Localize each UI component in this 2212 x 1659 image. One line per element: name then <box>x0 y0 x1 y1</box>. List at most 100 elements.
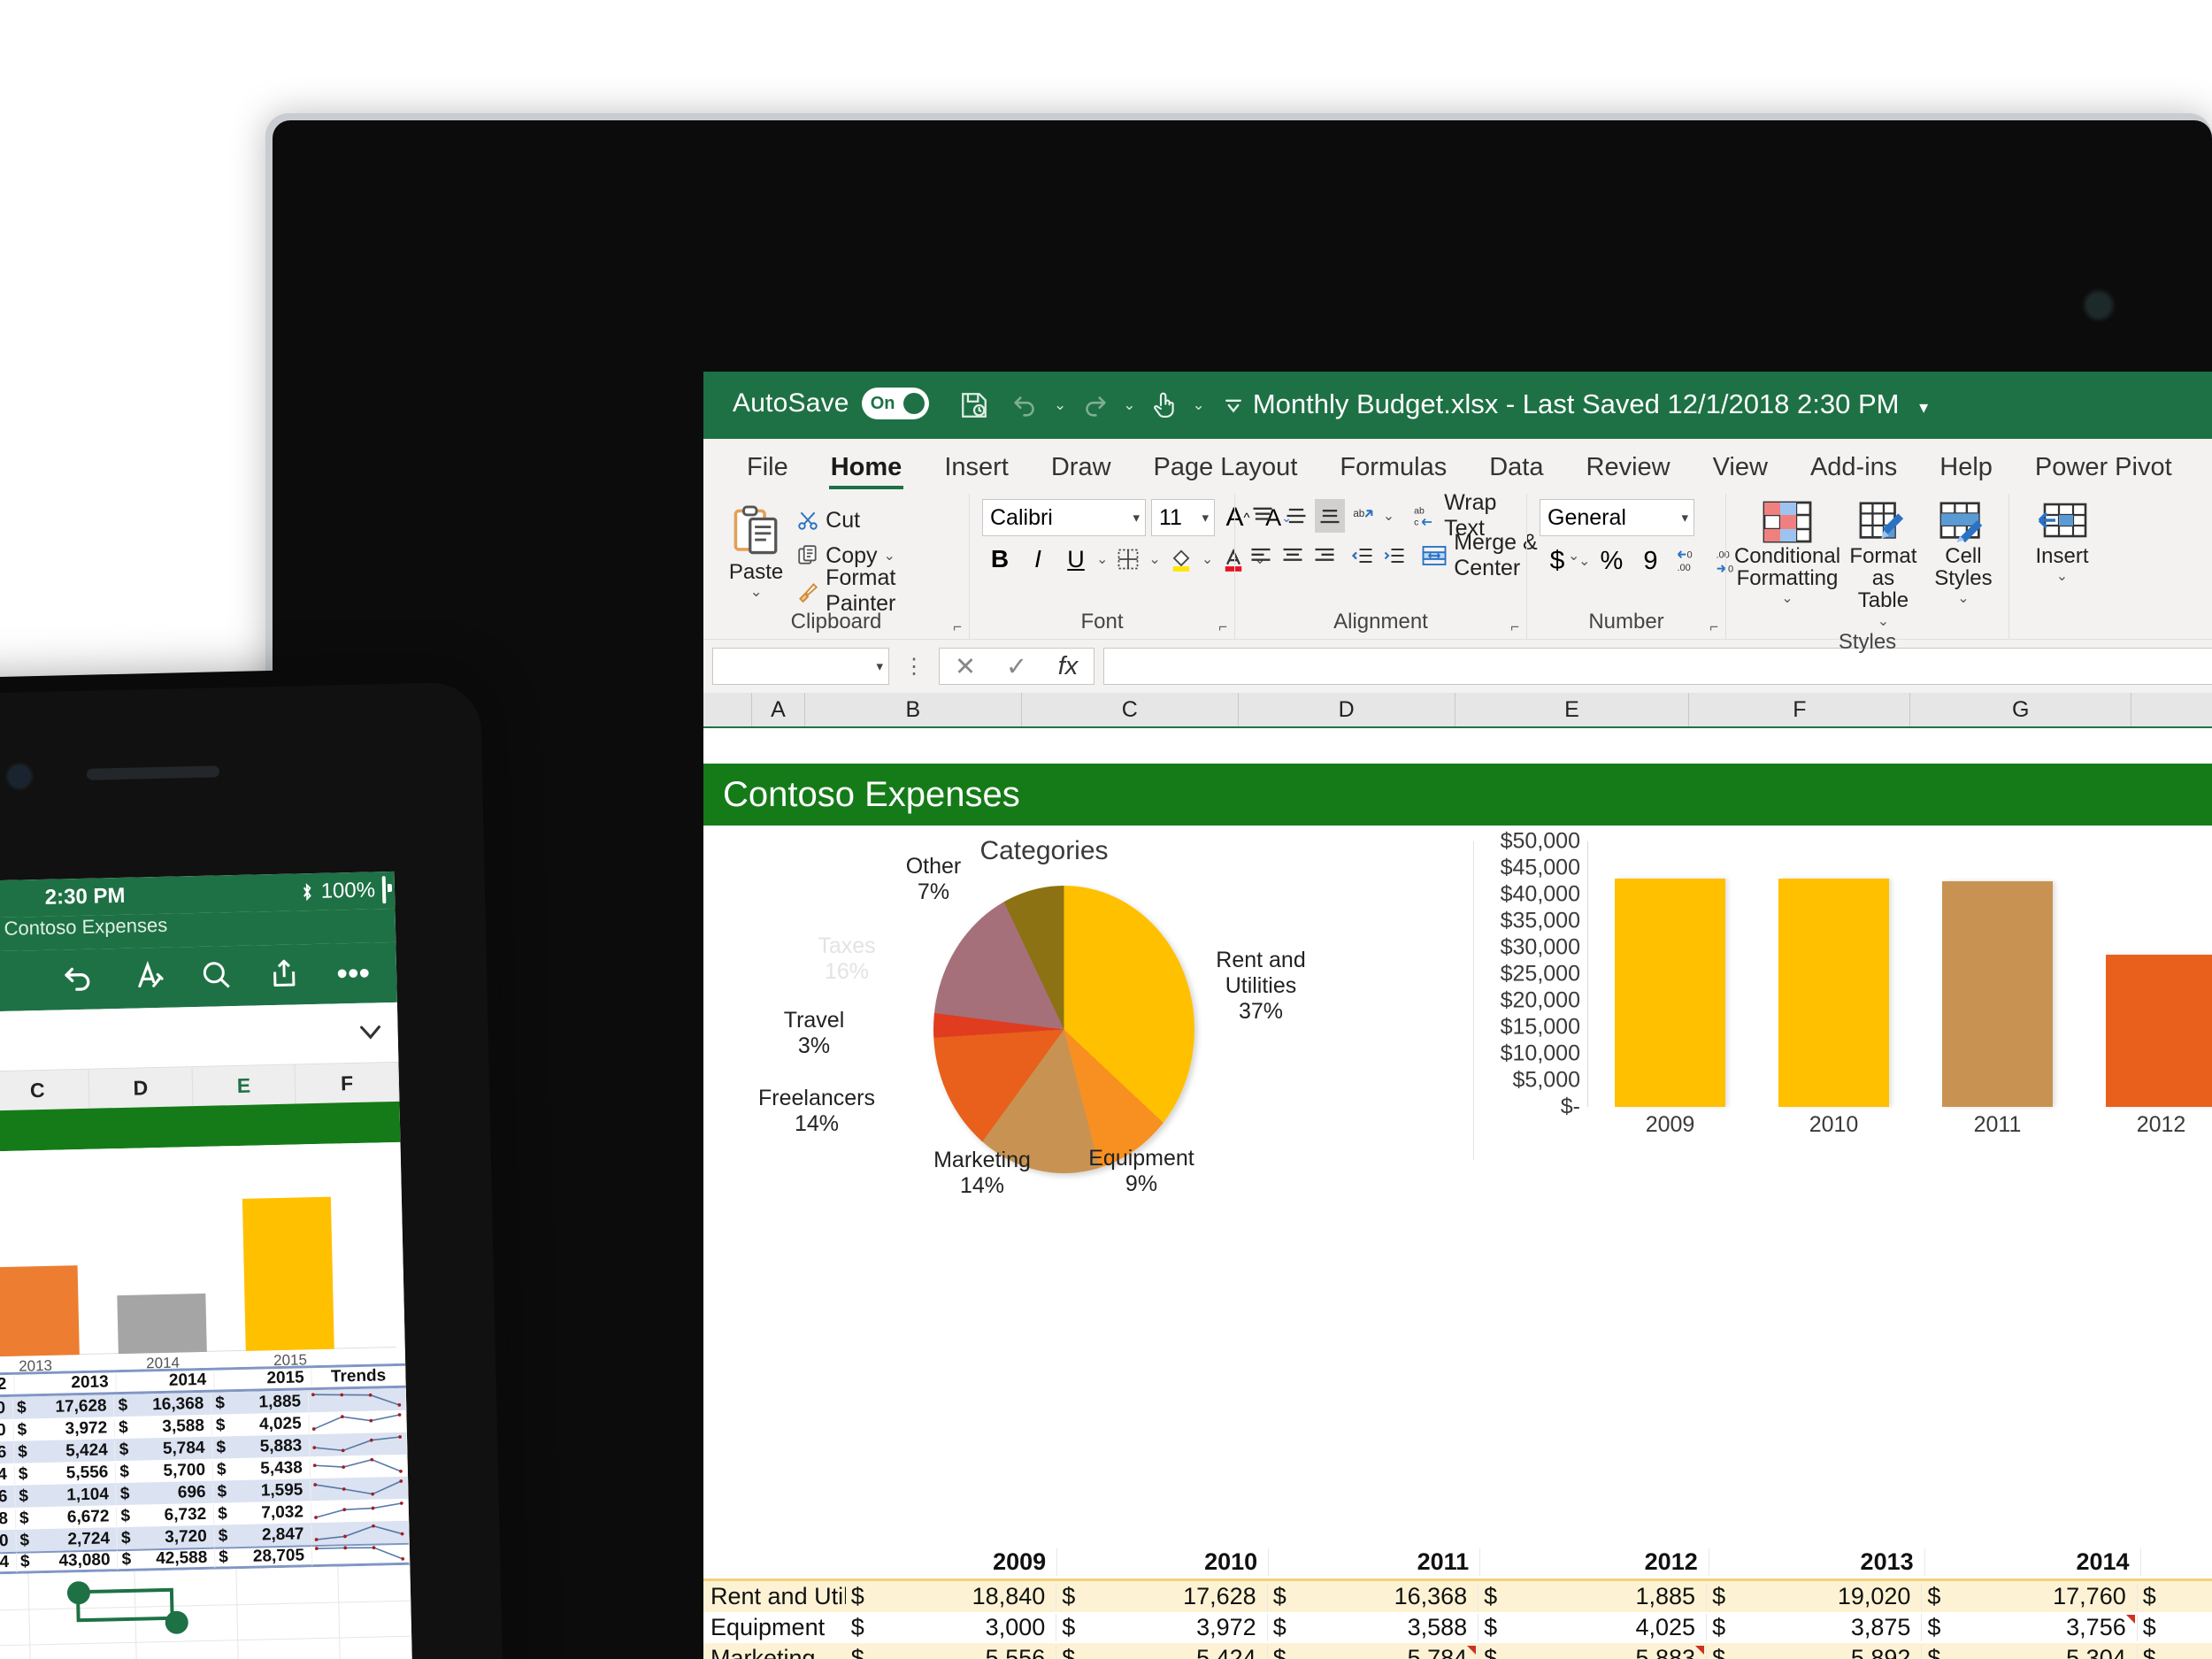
phone-table-cell[interactable]: $16,368 <box>114 1394 212 1416</box>
comment-flag-icon[interactable] <box>1695 1646 1705 1655</box>
phone-table-cell[interactable]: $2,460 <box>0 1531 17 1553</box>
phone-column-header-e[interactable]: E <box>192 1064 296 1107</box>
select-all-corner[interactable] <box>703 693 752 726</box>
orientation-chevron-down-icon[interactable]: ⌄ <box>1383 507 1394 525</box>
increase-indent-button[interactable] <box>1381 539 1409 572</box>
font-name-chevron-down-icon[interactable]: ▾ <box>1133 510 1140 526</box>
comment-flag-icon[interactable] <box>2125 1615 2135 1624</box>
selection-handle-end[interactable] <box>165 1610 189 1634</box>
table-cell[interactable]: $17,760 <box>1922 1583 2138 1610</box>
borders-chevron-down-icon[interactable]: ⌄ <box>1148 550 1160 568</box>
tab-view[interactable]: View <box>1692 453 1789 494</box>
phone-column-header-d[interactable]: D <box>88 1067 194 1109</box>
phone-table-cell[interactable]: $7,032 <box>213 1502 312 1525</box>
align-middle-button[interactable] <box>1281 499 1310 533</box>
tab-add-ins[interactable]: Add-ins <box>1789 453 1918 494</box>
phone-table-cell[interactable]: $43,104 <box>0 1552 18 1575</box>
table-row[interactable]: Rent and Utilities$18,840$17,628$16,368$… <box>703 1581 2212 1612</box>
table-cell[interactable]: $17,628 <box>1056 1583 1268 1610</box>
align-top-button[interactable] <box>1248 499 1277 533</box>
column-header-b[interactable]: B <box>805 693 1022 726</box>
tab-formulas[interactable]: Formulas <box>1318 453 1468 494</box>
phone-table-cell[interactable]: $1,595 <box>213 1479 311 1502</box>
font-size-chevron-down-icon[interactable]: ▾ <box>1202 510 1209 526</box>
tab-home[interactable]: Home <box>810 453 924 494</box>
table-cell[interactable]: $3,972 <box>1056 1614 1268 1641</box>
phone-bar-2015[interactable] <box>242 1196 334 1351</box>
paste-button[interactable]: Paste ⌄ <box>716 501 796 601</box>
column-header-f[interactable]: F <box>1689 693 1911 726</box>
italic-button[interactable]: I <box>1020 542 1056 576</box>
align-center-button[interactable] <box>1279 539 1307 572</box>
document-title-area[interactable]: Monthly Budget.xlsx - Last Saved 12/1/20… <box>703 388 2212 420</box>
phone-table-cell[interactable]: $3,972 <box>13 1417 116 1440</box>
column-header-d[interactable]: D <box>1239 693 1455 726</box>
tab-help[interactable]: Help <box>1918 453 2014 494</box>
phone-sparkline-cell[interactable] <box>310 1455 409 1479</box>
insert-cells-button[interactable]: Insert ⌄ <box>2022 501 2102 585</box>
align-left-button[interactable] <box>1248 539 1275 572</box>
phone-table-cell[interactable]: $42,588 <box>118 1548 216 1571</box>
phone-column-chart[interactable]: 44,500 44,000 43,500 43,000 42,500 42,00… <box>0 1141 406 1378</box>
tab-data[interactable]: Data <box>1468 453 1564 494</box>
title-chevron-down-icon[interactable]: ▾ <box>1919 398 1928 418</box>
phone-sparkline-cell[interactable] <box>309 1410 407 1434</box>
alignment-dialog-launcher-icon[interactable]: ⌐ <box>1510 618 1519 636</box>
phone-table-cell[interactable]: $6,672 <box>15 1506 118 1529</box>
phone-table-cell[interactable]: $5,784 <box>115 1438 213 1460</box>
table-cell-total[interactable]: $22,216 <box>2138 1614 2212 1641</box>
table-cell[interactable]: $3,000 <box>846 1614 1057 1641</box>
table-cell[interactable]: $16,368 <box>1268 1583 1479 1610</box>
insert-function-button[interactable]: fx <box>1042 652 1094 681</box>
phone-table-cell[interactable]: $5,424 <box>14 1440 117 1463</box>
tab-review[interactable]: Review <box>1565 453 1692 494</box>
font-dialog-launcher-icon[interactable]: ⌐ <box>1218 618 1227 636</box>
decrease-indent-button[interactable] <box>1349 539 1377 572</box>
tab-file[interactable]: File <box>726 453 810 494</box>
column-header-a[interactable]: A <box>752 693 805 726</box>
phone-table-cell[interactable]: $1,885 <box>211 1391 310 1414</box>
cut-button[interactable]: Cut <box>796 504 956 536</box>
phone-bar-2013[interactable] <box>0 1265 80 1357</box>
bar-2009[interactable] <box>1615 879 1725 1107</box>
underline-chevron-down-icon[interactable]: ⌄ <box>1096 550 1108 568</box>
table-cell[interactable]: $5,424 <box>1056 1645 1268 1659</box>
phone-sparkline-cell[interactable] <box>308 1388 407 1412</box>
phone-column-header-c[interactable]: C <box>0 1069 90 1111</box>
phone-table-cell[interactable]: $3,720 <box>117 1526 216 1548</box>
phone-sparkline-cell[interactable] <box>309 1432 408 1456</box>
phone-table-cell[interactable]: $5,438 <box>212 1457 311 1480</box>
table-cell[interactable]: $3,756 <box>1922 1614 2138 1641</box>
table-cell-total[interactable]: $33,843 <box>2138 1645 2212 1659</box>
bold-button[interactable]: B <box>982 542 1018 576</box>
phone-sparkline-cell[interactable] <box>311 1477 409 1501</box>
comma-style-button[interactable]: 9 <box>1632 544 1668 578</box>
phone-table-cell[interactable]: $5,883 <box>212 1435 311 1458</box>
column-header-g[interactable]: G <box>1910 693 2132 726</box>
tab-draw[interactable]: Draw <box>1030 453 1133 494</box>
cell-styles-button[interactable]: Cell Styles ⌄ <box>1931 501 1996 607</box>
table-cell-total[interactable]: $91,501 <box>2138 1583 2212 1610</box>
tab-page-layout[interactable]: Page Layout <box>1133 453 1319 494</box>
phone-table-cell[interactable]: $3,588 <box>114 1416 213 1438</box>
table-cell[interactable]: $5,556 <box>846 1645 1057 1659</box>
phone-table-cell[interactable]: $43,080 <box>16 1550 119 1572</box>
share-icon[interactable] <box>267 956 302 994</box>
phone-table-cell[interactable]: $18,840 <box>0 1398 14 1420</box>
currency-chevron-down-icon[interactable]: ⌄ <box>1578 552 1590 570</box>
copy-chevron-down-icon[interactable]: ⌄ <box>884 547 895 565</box>
conditional-formatting-button[interactable]: Conditional Formatting ⌄ <box>1734 501 1840 607</box>
table-cell[interactable]: $5,784 <box>1268 1645 1479 1659</box>
table-cell[interactable]: $5,883 <box>1479 1645 1708 1659</box>
column-header-h[interactable]: H <box>2131 693 2212 726</box>
name-box[interactable]: ▾ <box>712 648 889 685</box>
phone-table-cell[interactable]: $2,724 <box>16 1528 119 1551</box>
column-header-c[interactable]: C <box>1022 693 1239 726</box>
phone-sparkline-cell[interactable] <box>311 1521 410 1545</box>
table-cell[interactable]: $19,020 <box>1707 1583 1923 1610</box>
phone-table-cell[interactable]: $2,847 <box>214 1524 312 1547</box>
table-cell[interactable]: $5,892 <box>1707 1645 1923 1659</box>
undo-icon[interactable] <box>60 961 96 998</box>
phone-table-cell[interactable]: $1,104 <box>15 1484 118 1507</box>
column-header-e[interactable]: E <box>1455 693 1690 726</box>
